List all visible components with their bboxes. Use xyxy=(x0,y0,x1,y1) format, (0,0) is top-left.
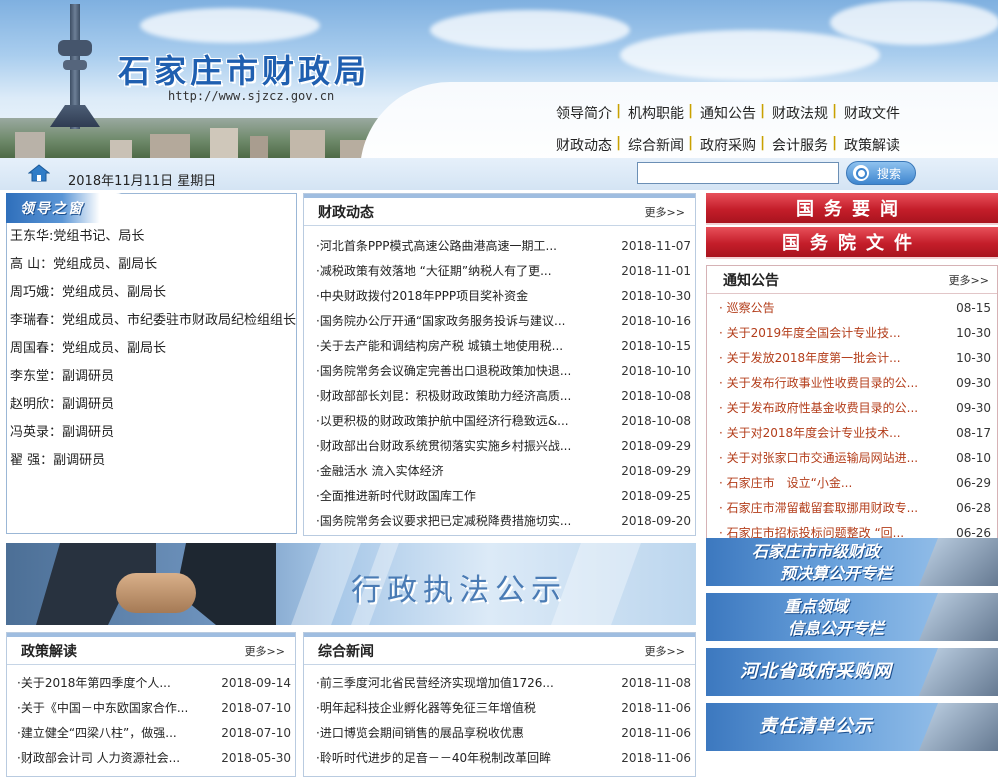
general-news-title: 综合新闻 xyxy=(318,643,374,660)
list-item[interactable]: ·财政部部长刘昆：积极财政政策助力经济高质... 2018-10-08 xyxy=(304,384,695,409)
nav-government-procurement[interactable]: 政府采购 xyxy=(688,135,764,155)
finance-news-list: ·河北首条PPP模式高速公路曲港高速一期工... 2018-11-07 ·减税政策… xyxy=(304,226,695,534)
cloud-decoration xyxy=(620,30,880,80)
list-item[interactable]: · 关于发布政府性基金收费目录的公... 09-30 xyxy=(707,396,997,421)
site-title: 石家庄市财政局 xyxy=(118,52,371,90)
search-button-label: 搜索 xyxy=(877,166,902,181)
current-date: 2018年11月11日 星期日 xyxy=(68,174,217,189)
law-enforcement-title: 行政执法公示 xyxy=(351,573,567,608)
list-item[interactable]: · 关于2019年度全国会计专业技... 10-30 xyxy=(707,321,997,346)
list-item[interactable]: ·建立健全“四梁八柱”，做强... 2018-07-10 xyxy=(7,721,295,746)
finance-news-more-link[interactable]: 更多>> xyxy=(645,204,685,220)
hands-image xyxy=(918,648,998,696)
leader-item[interactable]: 李瑞春：党组成员、市纪委驻市财政局纪检组组长 xyxy=(7,307,296,335)
list-item[interactable]: ·关于2018年第四季度个人... 2018-09-14 xyxy=(7,671,295,696)
leader-item[interactable]: 周国春：党组成员、副局长 xyxy=(7,335,296,363)
list-item[interactable]: ·国务院常务会议要求把已定减税降费措施切实... 2018-09-20 xyxy=(304,509,695,534)
list-item[interactable]: ·减税政策有效落地 “大征期”纳税人有了更... 2018-11-01 xyxy=(304,259,695,284)
list-item[interactable]: ·明年起科技企业孵化器等免征三年增值税 2018-11-06 xyxy=(304,696,695,721)
hebei-procurement-banner[interactable]: 河北省政府采购网 xyxy=(706,648,998,698)
state-council-docs-banner[interactable]: 国务院文件 xyxy=(706,227,998,259)
finance-news-header: 财政动态 更多>> xyxy=(304,198,695,226)
cloud-decoration xyxy=(140,8,320,43)
nav-finance-news[interactable]: 财政动态 xyxy=(548,135,620,155)
cloud-decoration xyxy=(830,0,998,45)
site-url: http://www.sjzcz.gov.cn xyxy=(168,89,335,103)
leader-item[interactable]: 冯英录：副调研员 xyxy=(7,419,296,447)
home-icon[interactable] xyxy=(28,164,50,182)
list-item[interactable]: ·财政部出台财政系统贯彻落实实施乡村振兴战... 2018-09-29 xyxy=(304,434,695,459)
main-nav-row-1: 领导简介 机构职能 通知公告 财政法规 财政文件 xyxy=(548,103,908,123)
leader-item[interactable]: 翟 强：副调研员 xyxy=(7,447,296,475)
budget-disclosure-banner[interactable]: 石家庄市市级财政 预决算公开专栏 xyxy=(706,538,998,588)
list-item[interactable]: ·金融活水 流入实体经济 2018-09-29 xyxy=(304,459,695,484)
search-input[interactable] xyxy=(637,162,839,184)
list-item[interactable]: ·国务院办公厅开通“国家政务服务投诉与建议... 2018-10-16 xyxy=(304,309,695,334)
list-item[interactable]: · 关于发放2018年度第一批会计... 10-30 xyxy=(707,346,997,371)
leaders-panel: 领导之窗 王东华:党组书记、局长 高 山：党组成员、副局长 周巧娥：党组成员、副… xyxy=(6,193,297,534)
main-nav-row-2: 财政动态 综合新闻 政府采购 会计服务 政策解读 xyxy=(548,135,908,155)
list-item[interactable]: ·关于《中国－中东欧国家合作... 2018-07-10 xyxy=(7,696,295,721)
policy-list: ·关于2018年第四季度个人... 2018-09-14 ·关于《中国－中东欧国家… xyxy=(7,665,295,771)
nav-leader-intro[interactable]: 领导简介 xyxy=(548,103,620,123)
search-button[interactable]: 搜索 xyxy=(846,161,916,185)
list-item[interactable]: · 关于对张家口市交通运输局网站进... 08-10 xyxy=(707,446,997,471)
general-news-header: 综合新闻 更多>> xyxy=(304,637,695,665)
list-item[interactable]: · 巡察公告 08-15 xyxy=(707,296,997,321)
general-news-more-link[interactable]: 更多>> xyxy=(645,643,685,659)
leaders-header: 领导之窗 xyxy=(6,193,131,223)
list-item[interactable]: ·前三季度河北省民营经济实现增加值1726... 2018-11-08 xyxy=(304,671,695,696)
search-icon xyxy=(853,165,869,181)
general-news-panel: 综合新闻 更多>> ·前三季度河北省民营经济实现增加值1726... 2018-1… xyxy=(303,632,696,777)
list-item[interactable]: ·河北首条PPP模式高速公路曲港高速一期工... 2018-11-07 xyxy=(304,234,695,259)
list-item[interactable]: · 石家庄市滞留截留套取挪用财政专... 06-28 xyxy=(707,496,997,521)
leader-item[interactable]: 赵明欣：副调研员 xyxy=(7,391,296,419)
notices-panel: 通知公告 更多>> · 巡察公告 08-15 · 关于2019年度全国会计专业技.… xyxy=(706,265,998,542)
list-item[interactable]: ·进口博览会期间销售的展品享税收优惠 2018-11-06 xyxy=(304,721,695,746)
list-item[interactable]: ·聆听时代进步的足音－－40年税制改革回眸 2018-11-06 xyxy=(304,746,695,771)
list-item[interactable]: ·财政部会计司 人力资源社会... 2018-05-30 xyxy=(7,746,295,771)
leader-item[interactable]: 李东堂：副调研员 xyxy=(7,363,296,391)
cloud-decoration xyxy=(430,10,630,50)
nav-policy-interpretation[interactable]: 政策解读 xyxy=(832,135,908,155)
policy-more-link[interactable]: 更多>> xyxy=(245,643,285,659)
state-affairs-banner[interactable]: 国务要闻 xyxy=(706,193,998,225)
notices-more-link[interactable]: 更多>> xyxy=(949,272,989,288)
glasses-image xyxy=(918,593,998,641)
law-enforcement-banner[interactable]: 行政执法公示 xyxy=(6,543,696,625)
nav-general-news[interactable]: 综合新闻 xyxy=(616,135,692,155)
mouse-image xyxy=(918,703,998,751)
list-item[interactable]: ·关于去产能和调结构房产税 城镇土地使用税... 2018-10-15 xyxy=(304,334,695,359)
keyboard-image xyxy=(918,538,998,586)
nav-notices[interactable]: 通知公告 xyxy=(688,103,764,123)
finance-news-panel: 财政动态 更多>> ·河北首条PPP模式高速公路曲港高速一期工... 2018-1… xyxy=(303,193,696,536)
list-item[interactable]: ·国务院常务会议确定完善出口退税政策加快退... 2018-10-10 xyxy=(304,359,695,384)
finance-news-title: 财政动态 xyxy=(318,204,374,221)
list-item[interactable]: ·以更积极的财政政策护航中国经济行稳致远&... 2018-10-08 xyxy=(304,409,695,434)
nav-org-functions[interactable]: 机构职能 xyxy=(616,103,692,123)
list-item[interactable]: · 关于发布行政事业性收费目录的公... 09-30 xyxy=(707,371,997,396)
nav-finance-documents[interactable]: 财政文件 xyxy=(832,103,908,123)
notices-list: · 巡察公告 08-15 · 关于2019年度全国会计专业技... 10-30 · … xyxy=(707,294,997,541)
nav-finance-regulations[interactable]: 财政法规 xyxy=(760,103,836,123)
list-item[interactable]: · 石家庄市 设立“小金... 06-29 xyxy=(707,471,997,496)
nav-accounting-services[interactable]: 会计服务 xyxy=(760,135,836,155)
notices-header: 通知公告 更多>> xyxy=(707,266,997,294)
responsibility-list-banner[interactable]: 责任清单公示 xyxy=(706,703,998,753)
general-news-list: ·前三季度河北省民营经济实现增加值1726... 2018-11-08 ·明年起科… xyxy=(304,665,695,771)
key-info-disclosure-banner[interactable]: 重点领域 信息公开专栏 xyxy=(706,593,998,643)
leader-item[interactable]: 周巧娥：党组成员、副局长 xyxy=(7,279,296,307)
policy-header: 政策解读 更多>> xyxy=(7,637,295,665)
list-item[interactable]: ·全面推进新时代财政国库工作 2018-09-25 xyxy=(304,484,695,509)
policy-title: 政策解读 xyxy=(21,643,77,660)
list-item[interactable]: ·中央财政拨付2018年PPP项目奖补资金 2018-10-30 xyxy=(304,284,695,309)
notices-title: 通知公告 xyxy=(723,272,779,289)
leaders-title: 领导之窗 xyxy=(20,201,84,217)
leader-item[interactable]: 王东华:党组书记、局长 xyxy=(7,223,296,251)
date-search-bar: 2018年11月11日 星期日 搜索 xyxy=(0,158,998,190)
leader-item[interactable]: 高 山：党组成员、副局长 xyxy=(7,251,296,279)
site-header: 石家庄市财政局 http://www.sjzcz.gov.cn 领导简介 机构职… xyxy=(0,0,998,158)
policy-panel: 政策解读 更多>> ·关于2018年第四季度个人... 2018-09-14 ·关… xyxy=(6,632,296,777)
list-item[interactable]: · 关于对2018年度会计专业技术... 08-17 xyxy=(707,421,997,446)
